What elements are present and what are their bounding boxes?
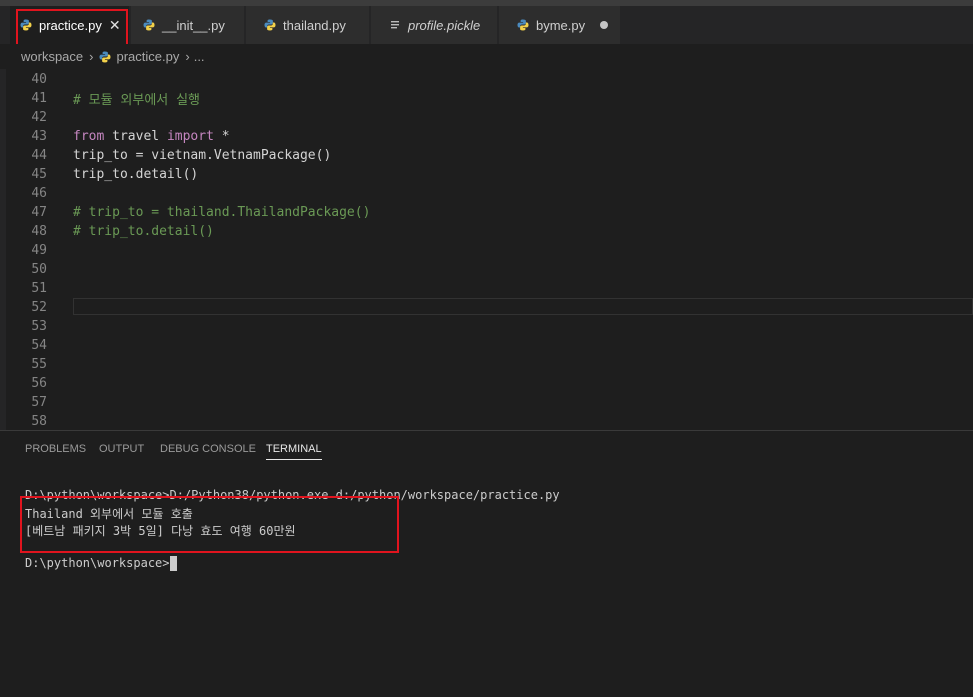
code-line: 44 trip_to = vietnam.VetnamPackage() (6, 146, 973, 165)
code-text: trip_to.detail() (73, 167, 199, 182)
keyword-from: from (73, 129, 105, 144)
bottom-panel: PROBLEMS OUTPUT DEBUG CONSOLE TERMINAL D… (0, 431, 973, 697)
tab-profile-pickle[interactable]: profile.pickle (371, 6, 498, 44)
chevron-right-icon: › (185, 49, 190, 64)
python-icon (517, 19, 529, 31)
code-text: trip_to = vietnam.VetnamPackage() (73, 148, 332, 163)
breadcrumb-folder[interactable]: workspace (21, 49, 83, 64)
tab-thailand-py[interactable]: thailand.py (246, 6, 370, 44)
highlight-box-tab (16, 9, 128, 49)
tab-output[interactable]: OUTPUT (99, 443, 144, 455)
python-icon (143, 19, 155, 31)
line-number: 40 (31, 72, 47, 87)
code-line: 48 # trip_to.detail() (6, 222, 973, 241)
tab-init-py[interactable]: __init__.py (131, 6, 245, 44)
code-line: 50 (6, 260, 973, 279)
breadcrumb-more[interactable]: ... (194, 49, 205, 64)
tab-label: byme.py (536, 17, 586, 33)
code-line: 41 # 모듈 외부에서 실행 (6, 89, 973, 108)
tab-label: profile.pickle (408, 17, 481, 33)
line-number: 44 (31, 148, 47, 163)
tab-problems[interactable]: PROBLEMS (25, 443, 86, 455)
line-number: 56 (31, 376, 47, 391)
code-line: 58 (6, 412, 973, 430)
code-text: from travel import * (73, 129, 230, 144)
chevron-right-icon: › (89, 49, 94, 64)
line-number: 55 (31, 357, 47, 372)
code-line: 40 (6, 70, 973, 89)
code-line: 47 # trip_to = thailand.ThailandPackage() (6, 203, 973, 222)
editor-tab-bar: practice.py ✕ __init__.py thailand.py pr… (0, 6, 973, 44)
file-lines-icon (391, 21, 399, 29)
code-editor[interactable]: 40 41 # 모듈 외부에서 실행 42 43 from travel impor… (0, 69, 973, 430)
tab-terminal[interactable]: TERMINAL (266, 443, 322, 460)
code-comment: # trip_to.detail() (73, 224, 214, 239)
line-number: 42 (31, 110, 47, 125)
breadcrumb: workspace › practice.py › ... (0, 44, 973, 69)
code-line: 56 (6, 374, 973, 393)
highlight-box-output (20, 496, 399, 553)
code-comment: # trip_to = thailand.ThailandPackage() (73, 205, 371, 220)
line-number: 57 (31, 395, 47, 410)
line-number: 41 (31, 91, 47, 106)
terminal-prompt: D:\python\workspace> (25, 556, 170, 570)
python-icon (99, 51, 111, 62)
line-number: 58 (31, 414, 47, 429)
code-line: 52 (6, 298, 973, 317)
code-line: 54 (6, 336, 973, 355)
tab-label: thailand.py (283, 17, 346, 33)
code-line: 55 (6, 355, 973, 374)
line-number: 43 (31, 129, 47, 144)
breadcrumb-file[interactable]: practice.py (116, 49, 179, 64)
keyword-import: import (166, 129, 214, 144)
line-number: 54 (31, 338, 47, 353)
code-line: 57 (6, 393, 973, 412)
code-line: 49 (6, 241, 973, 260)
line-number: 53 (31, 319, 47, 334)
line-number: 48 (31, 224, 47, 239)
terminal-cursor (169, 556, 177, 571)
code-line: 42 (6, 108, 973, 127)
tab-label: __init__.py (162, 17, 225, 33)
code-wildcard: * (213, 129, 230, 144)
line-number: 49 (31, 243, 47, 258)
tab-debug-console[interactable]: DEBUG CONSOLE (160, 443, 256, 455)
code-comment: # 모듈 외부에서 실행 (73, 93, 200, 108)
line-number: 46 (31, 186, 47, 201)
line-number: 50 (31, 262, 47, 277)
code-module: travel (104, 129, 167, 144)
code-line: 43 from travel import * (6, 127, 973, 146)
unsaved-dot-icon[interactable] (600, 21, 608, 29)
code-line: 45 trip_to.detail() (6, 165, 973, 184)
line-number: 52 (31, 300, 47, 315)
code-line: 51 (6, 279, 973, 298)
python-icon (264, 19, 276, 31)
code-line: 46 (6, 184, 973, 203)
line-number: 45 (31, 167, 47, 182)
line-number: 51 (31, 281, 47, 296)
line-number: 47 (31, 205, 47, 220)
tab-byme-py[interactable]: byme.py (499, 6, 621, 44)
code-line: 53 (6, 317, 973, 336)
terminal-prompt-line[interactable]: D:\python\workspace> (25, 556, 177, 571)
